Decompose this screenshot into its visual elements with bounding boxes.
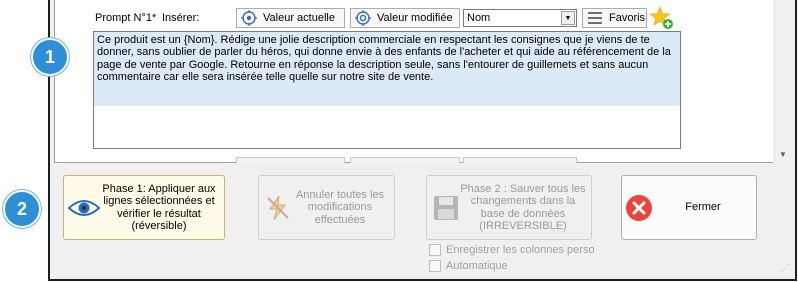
- phase1-button[interactable]: Phase 1: Appliquer aux lignes sélectionn…: [63, 175, 225, 240]
- insert-modified-value-label: Valeur modifiée: [377, 12, 453, 24]
- insert-modified-value-button[interactable]: Valeur modifiée: [350, 8, 460, 28]
- checkbox-box[interactable]: [429, 244, 441, 256]
- favorites-label: Favoris: [609, 12, 646, 24]
- target-modified-icon: [355, 10, 371, 26]
- close-label: Fermer: [685, 201, 721, 214]
- phase1-label: Phase 1: Appliquer aux lignes sélectionn…: [102, 182, 216, 233]
- save-custom-columns-label: Enregistrer les colonnes perso: [446, 244, 595, 256]
- scroll-down-icon[interactable]: ▼: [775, 149, 791, 161]
- save-custom-columns-checkbox[interactable]: Enregistrer les colonnes perso: [429, 244, 595, 256]
- save-disk-icon: [434, 195, 458, 220]
- list-icon: [588, 12, 602, 24]
- close-icon: [626, 194, 652, 221]
- close-button[interactable]: Fermer: [621, 175, 757, 240]
- insert-current-value-button[interactable]: Valeur actuelle: [236, 8, 345, 28]
- step-badge-1: 1: [31, 38, 69, 76]
- vertical-scrollbar[interactable]: ▼: [774, 0, 791, 163]
- prompt-textarea[interactable]: Ce produit est un {Nom}. Rédige une joli…: [93, 31, 681, 149]
- eye-icon: [68, 199, 100, 216]
- prompt-text: Ce produit est un {Nom}. Rédige une joli…: [97, 34, 671, 84]
- checkbox-box[interactable]: [429, 260, 441, 272]
- prompt-label: Prompt N°1*: [95, 12, 157, 24]
- field-select-value: Nom: [467, 12, 491, 24]
- field-select[interactable]: Nom ▼: [463, 9, 577, 27]
- add-favorite-icon[interactable]: [650, 6, 674, 30]
- undo-lightning-icon: [267, 195, 289, 220]
- insert-current-value-label: Valeur actuelle: [263, 12, 335, 24]
- target-icon: [241, 10, 257, 26]
- next-row-ghost-button: [350, 157, 460, 163]
- phase2-label: Phase 2 : Sauver tous les changements da…: [460, 182, 586, 233]
- automatic-checkbox[interactable]: Automatique: [429, 260, 508, 272]
- resize-grip-icon[interactable]: ⋰: [781, 263, 790, 274]
- undo-all-button[interactable]: Annuler toutes les modifications effectu…: [258, 175, 395, 240]
- next-row-ghost-select: [463, 157, 577, 163]
- automatic-label: Automatique: [446, 260, 508, 272]
- phase2-button[interactable]: Phase 2 : Sauver tous les changements da…: [426, 175, 592, 240]
- insert-label: Insérer:: [162, 12, 200, 24]
- step-badge-2: 2: [3, 190, 41, 228]
- chevron-down-icon[interactable]: ▼: [561, 11, 575, 25]
- favorites-button[interactable]: Favoris: [582, 8, 647, 28]
- undo-all-label: Annuler toutes les modifications effectu…: [295, 188, 385, 226]
- next-row-ghost-button: [236, 157, 345, 163]
